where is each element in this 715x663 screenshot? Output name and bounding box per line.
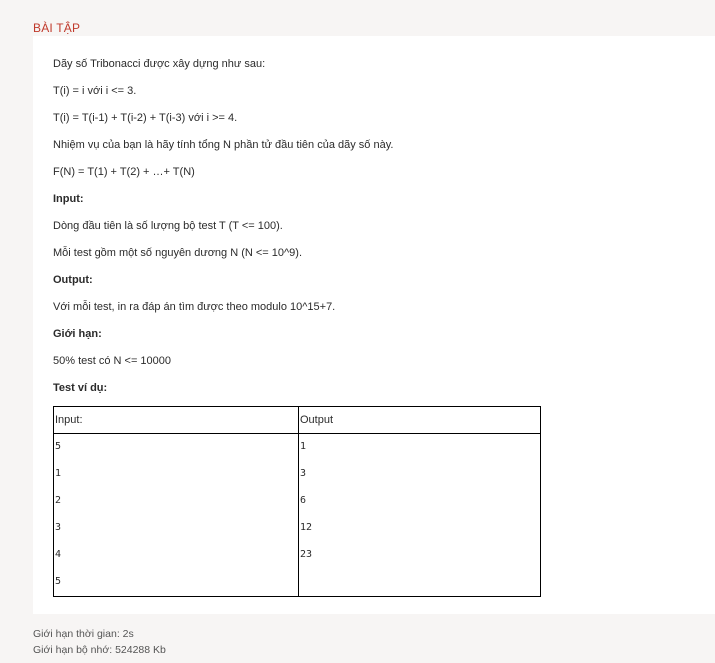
example-table-header: Input: Output (53, 406, 541, 434)
problem-statement: Dãy số Tribonacci được xây dựng như sau:… (53, 57, 693, 597)
table-row: 2 6 (53, 488, 541, 515)
input-heading: Input: (53, 193, 84, 205)
input-line-2: Mỗi test gồm một số nguyên dương N (N <=… (53, 247, 303, 259)
section-title: BÀI TẬP (33, 21, 81, 35)
memory-limit-text: Giới hạn bộ nhớ: 524288 Kb (33, 644, 166, 656)
task-text: Nhiệm vụ của bạn là hãy tính tổng N phần… (53, 139, 394, 151)
output-cell: 1 (298, 433, 541, 461)
output-cell (298, 569, 541, 597)
table-row: 4 23 (53, 542, 541, 569)
problem-card: Dãy số Tribonacci được xây dựng như sau:… (33, 36, 715, 614)
output-column-header: Output (298, 406, 541, 434)
input-cell: 3 (53, 515, 299, 542)
table-row: 3 12 (53, 515, 541, 542)
rule-1-text: T(i) = i với i <= 3. (53, 85, 137, 97)
input-column-header: Input: (53, 406, 299, 434)
input-cell: 2 (53, 488, 299, 515)
output-heading: Output: (53, 274, 93, 286)
table-row: 5 (53, 569, 541, 597)
resource-limits: Giới hạn thời gian: 2s Giới hạn bộ nhớ: … (33, 626, 166, 658)
example-heading: Test ví dụ: (53, 382, 108, 394)
table-row: 1 3 (53, 461, 541, 488)
input-cell: 4 (53, 542, 299, 569)
input-line-1: Dòng đầu tiên là số lượng bộ test T (T <… (53, 220, 283, 232)
limit-line-1: 50% test có N <= 10000 (53, 355, 172, 367)
formula-text: F(N) = T(1) + T(2) + …+ T(N) (53, 166, 195, 178)
output-cell: 23 (298, 542, 541, 569)
rule-2-text: T(i) = T(i-1) + T(i-2) + T(i-3) với i >=… (53, 112, 238, 124)
output-cell: 3 (298, 461, 541, 488)
example-table: Input: Output 5 1 1 3 2 6 3 12 4 23 5 (53, 406, 541, 597)
input-cell: 5 (53, 433, 299, 461)
limit-heading: Giới hạn: (53, 328, 102, 340)
output-cell: 6 (298, 488, 541, 515)
output-cell: 12 (298, 515, 541, 542)
table-row: 5 1 (53, 433, 541, 461)
intro-text: Dãy số Tribonacci được xây dựng như sau: (53, 58, 266, 70)
input-cell: 1 (53, 461, 299, 488)
input-cell: 5 (53, 569, 299, 597)
time-limit-text: Giới hạn thời gian: 2s (33, 628, 134, 640)
output-line-1: Với mỗi test, in ra đáp án tìm được theo… (53, 301, 336, 313)
